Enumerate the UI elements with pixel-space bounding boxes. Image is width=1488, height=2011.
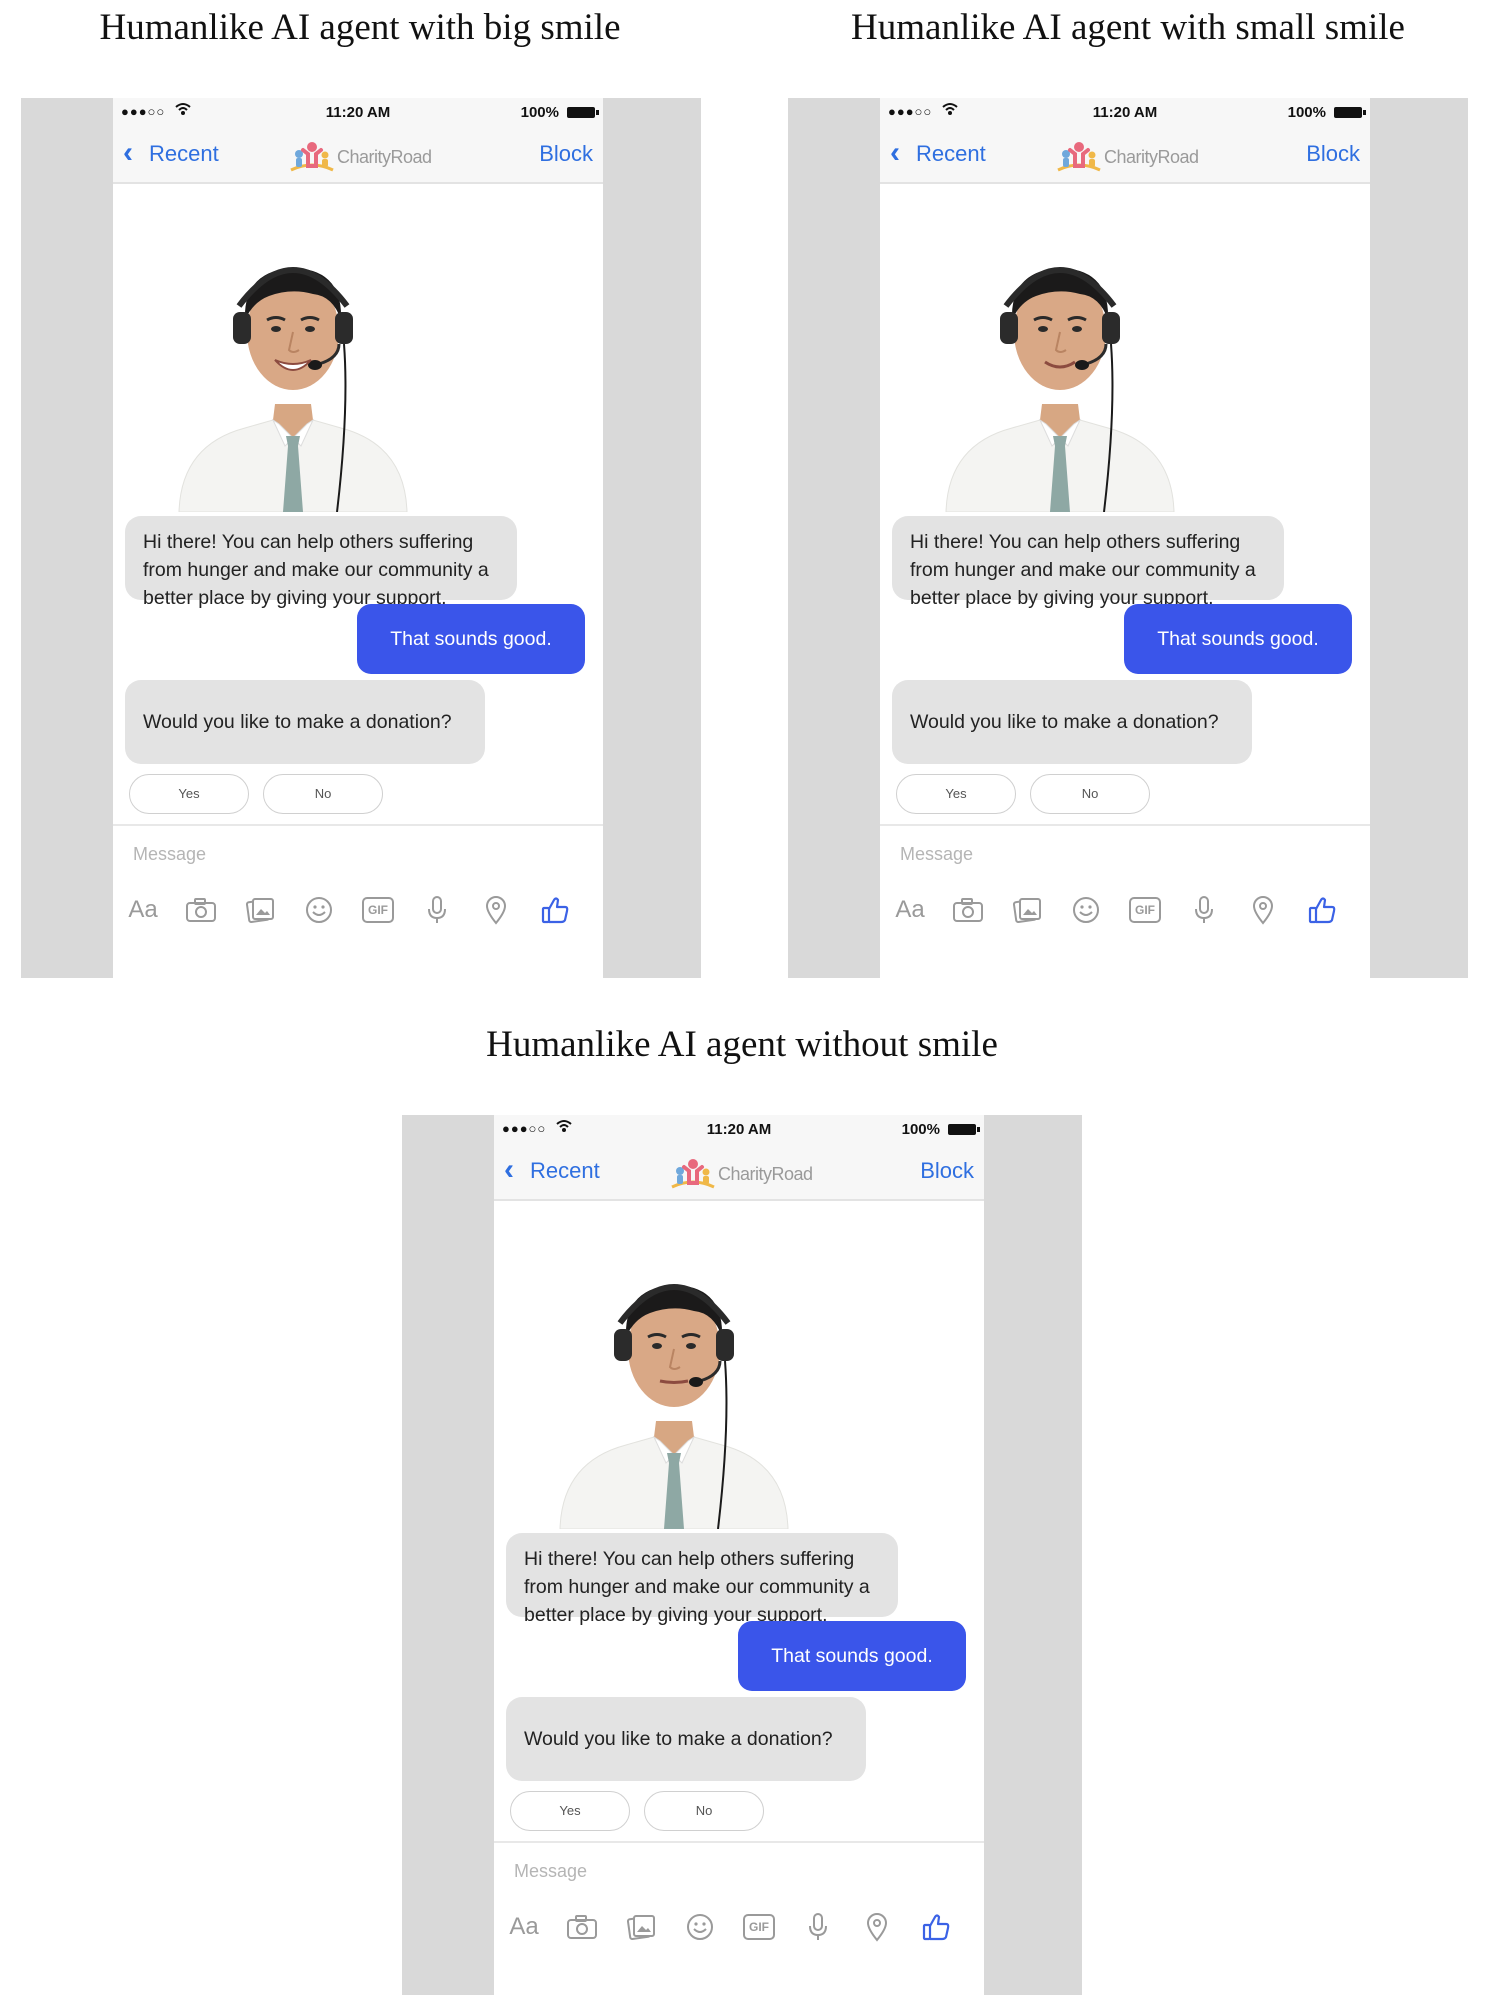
- thumbs-up-icon[interactable]: [535, 890, 575, 930]
- thumbs-up-icon[interactable]: [1302, 890, 1342, 930]
- battery-percent: 100%: [1287, 104, 1326, 121]
- battery-percent: 100%: [520, 104, 559, 121]
- emoji-icon[interactable]: [1066, 890, 1106, 930]
- brand-name: CharityRoad: [718, 1164, 813, 1184]
- chevron-left-icon[interactable]: ‹: [504, 1153, 514, 1187]
- message-input[interactable]: Message: [133, 844, 206, 865]
- caption-no-smile: Humanlike AI agent without smile: [486, 1024, 998, 1065]
- charity-road-logo: CharityRoad: [1056, 138, 1216, 174]
- agent-avatar-image: [559, 1284, 789, 1529]
- emoji-icon[interactable]: [680, 1907, 720, 1947]
- emoji-icon[interactable]: [299, 890, 339, 930]
- user-message-reply: That sounds good.: [738, 1621, 966, 1691]
- message-input[interactable]: Message: [514, 1861, 587, 1882]
- user-message-reply: That sounds good.: [1124, 604, 1352, 674]
- composer-divider: [113, 824, 603, 826]
- gallery-icon[interactable]: [240, 890, 280, 930]
- charity-road-logo: CharityRoad: [289, 138, 449, 174]
- back-button[interactable]: Recent: [149, 141, 219, 167]
- phone-screen: ●●●○○ 11:20 AM 100% ‹ Recent CharityRoad…: [494, 1115, 984, 1995]
- status-bar: ●●●○○ 11:20 AM 100%: [880, 98, 1370, 126]
- back-button[interactable]: Recent: [916, 141, 986, 167]
- composer-toolbar: Aa GIF: [123, 890, 603, 930]
- aa-icon-label: Aa: [895, 896, 925, 923]
- microphone-icon[interactable]: [417, 890, 457, 930]
- quick-reply-yes[interactable]: Yes: [510, 1791, 630, 1831]
- aa-icon-label: Aa: [128, 896, 158, 923]
- block-button[interactable]: Block: [920, 1158, 974, 1184]
- microphone-icon[interactable]: [798, 1907, 838, 1947]
- bot-message-question: Would you like to make a donation?: [125, 680, 485, 764]
- phone-screen: ●●●○○ 11:20 AM 100% ‹ Recent CharityRoad…: [880, 98, 1370, 978]
- phone-panel-small-smile: ●●●○○ 11:20 AM 100% ‹ Recent CharityRoad…: [788, 98, 1468, 978]
- aa-icon[interactable]: Aa: [123, 890, 163, 930]
- aa-icon-label: Aa: [509, 1913, 539, 1940]
- block-button[interactable]: Block: [539, 141, 593, 167]
- microphone-icon[interactable]: [1184, 890, 1224, 930]
- agent-avatar-image: [178, 267, 408, 512]
- gif-icon-label: GIF: [362, 897, 394, 923]
- battery-percent: 100%: [901, 1121, 940, 1138]
- brand-name: CharityRoad: [1104, 147, 1199, 167]
- aa-icon[interactable]: Aa: [504, 1907, 544, 1947]
- chevron-left-icon[interactable]: ‹: [890, 136, 900, 170]
- phone-panel-no-smile: ●●●○○ 11:20 AM 100% ‹ Recent CharityRoad…: [402, 1115, 1082, 1995]
- charity-logo-icon: [671, 1159, 715, 1189]
- location-icon[interactable]: [1243, 890, 1283, 930]
- quick-reply-no[interactable]: No: [263, 774, 383, 814]
- gif-icon[interactable]: GIF: [358, 890, 398, 930]
- status-bar: ●●●○○ 11:20 AM 100%: [494, 1115, 984, 1143]
- caption-small-smile: Humanlike AI agent with small smile: [851, 7, 1405, 48]
- nav-bar: ‹ Recent CharityRoad Block: [880, 126, 1370, 184]
- gif-icon[interactable]: GIF: [1125, 890, 1165, 930]
- camera-icon[interactable]: [562, 1907, 602, 1947]
- quick-reply-no[interactable]: No: [1030, 774, 1150, 814]
- composer-toolbar: Aa GIF: [890, 890, 1370, 930]
- nav-bar: ‹ Recent CharityRoad Block: [113, 126, 603, 184]
- status-bar: ●●●○○ 11:20 AM 100%: [113, 98, 603, 126]
- gallery-icon[interactable]: [621, 1907, 661, 1947]
- battery-icon: [567, 107, 599, 118]
- agent-avatar-image: [945, 267, 1175, 512]
- aa-icon[interactable]: Aa: [890, 890, 930, 930]
- phone-screen: ●●●○○ 11:20 AM 100% ‹ Recent CharityRoad…: [113, 98, 603, 978]
- back-button[interactable]: Recent: [530, 1158, 600, 1184]
- battery-icon: [1334, 107, 1366, 118]
- block-button[interactable]: Block: [1306, 141, 1360, 167]
- caption-big-smile: Humanlike AI agent with big smile: [99, 7, 621, 48]
- chevron-left-icon[interactable]: ‹: [123, 136, 133, 170]
- composer-divider: [494, 1841, 984, 1843]
- quick-reply-yes[interactable]: Yes: [896, 774, 1016, 814]
- camera-icon[interactable]: [948, 890, 988, 930]
- battery-icon: [948, 1124, 980, 1135]
- gif-icon-label: GIF: [743, 1914, 775, 1940]
- gif-icon-label: GIF: [1129, 897, 1161, 923]
- charity-road-logo: CharityRoad: [670, 1155, 830, 1191]
- charity-logo-icon: [290, 142, 334, 172]
- bot-message-question: Would you like to make a donation?: [506, 1697, 866, 1781]
- message-input[interactable]: Message: [900, 844, 973, 865]
- charity-logo-icon: [1057, 142, 1101, 172]
- brand-name: CharityRoad: [337, 147, 432, 167]
- phone-panel-big-smile: ●●●○○ 11:20 AM 100% ‹ Recent CharityRoad…: [21, 98, 701, 978]
- bot-message-question: Would you like to make a donation?: [892, 680, 1252, 764]
- bot-message-intro: Hi there! You can help others suffering …: [125, 516, 517, 609]
- bot-message-intro: Hi there! You can help others suffering …: [506, 1533, 898, 1626]
- composer-toolbar: Aa GIF: [504, 1907, 984, 1947]
- location-icon[interactable]: [857, 1907, 897, 1947]
- camera-icon[interactable]: [181, 890, 221, 930]
- bot-message-intro: Hi there! You can help others suffering …: [892, 516, 1284, 609]
- thumbs-up-icon[interactable]: [916, 1907, 956, 1947]
- user-message-reply: That sounds good.: [357, 604, 585, 674]
- quick-reply-no[interactable]: No: [644, 1791, 764, 1831]
- nav-bar: ‹ Recent CharityRoad Block: [494, 1143, 984, 1201]
- quick-reply-yes[interactable]: Yes: [129, 774, 249, 814]
- gallery-icon[interactable]: [1007, 890, 1047, 930]
- gif-icon[interactable]: GIF: [739, 1907, 779, 1947]
- location-icon[interactable]: [476, 890, 516, 930]
- composer-divider: [880, 824, 1370, 826]
